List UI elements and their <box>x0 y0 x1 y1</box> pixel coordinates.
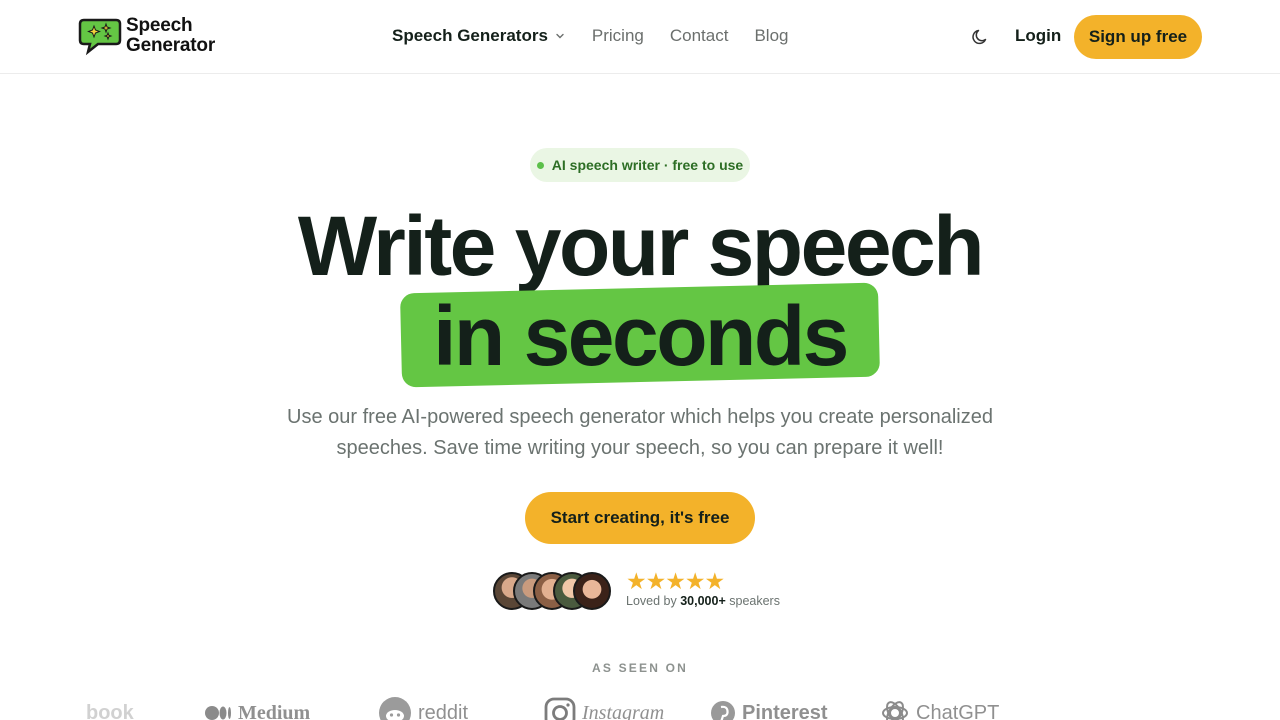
headline-line2: in seconds <box>433 289 849 383</box>
press-logos: book Medium reddit Instagram Pinterest C… <box>0 697 1280 720</box>
medium-logo-text: Medium <box>238 701 311 720</box>
nav-speech-generators[interactable]: Speech Generators <box>392 26 566 46</box>
hero-badge: AI speech writer · free to use <box>530 148 750 182</box>
loved-by-prefix: Loved by <box>626 594 677 608</box>
chatgpt-icon <box>882 701 908 720</box>
badge-dot <box>536 161 544 169</box>
pinterest-logo-text: Pinterest <box>742 701 828 720</box>
speech-bubble-logo-icon <box>78 16 122 56</box>
instagram-logo-text: Instagram <box>582 701 665 720</box>
logo-text: Speech Generator <box>126 16 215 56</box>
medium-logo: Medium <box>204 698 310 720</box>
facebook-logo: book <box>86 698 134 720</box>
nav-pricing[interactable]: Pricing <box>592 26 644 46</box>
start-creating-button[interactable]: Start creating, it's free <box>525 492 755 544</box>
chatgpt-logo: ChatGPT <box>880 698 999 720</box>
site-header: Speech Generator Speech Generators Prici… <box>0 0 1280 74</box>
facebook-logo-text: book <box>86 701 134 720</box>
hero-subtitle: Use our free AI-powered speech generator… <box>287 406 993 459</box>
instagram-icon <box>544 697 576 720</box>
main-nav: Speech Generators Pricing Contact Blog <box>392 26 815 46</box>
medium-icon <box>205 706 231 720</box>
reddit-logo: reddit <box>378 697 469 720</box>
logo-text-line2: Generator <box>126 35 216 56</box>
logo[interactable]: Speech Generator <box>78 16 215 56</box>
headline-line1: Write your speech <box>297 199 985 293</box>
nav-speech-generators-label: Speech Generators <box>392 26 548 45</box>
nav-contact[interactable]: Contact <box>670 26 729 46</box>
chevron-down-icon <box>556 33 564 39</box>
reddit-logo-text: reddit <box>418 701 469 720</box>
pinterest-logo: Pinterest <box>710 698 828 720</box>
pinterest-icon <box>711 701 735 720</box>
reddit-icon <box>379 697 411 720</box>
loved-by-text: Loved by 30,000+ speakers <box>626 594 780 608</box>
avatar <box>573 572 611 610</box>
loved-by-suffix: speakers <box>729 594 780 608</box>
theme-toggle-button[interactable] <box>970 26 992 48</box>
speaker-count: 30,000+ <box>680 594 726 608</box>
login-link[interactable]: Login <box>1015 26 1061 46</box>
badge-text: AI speech writer · free to use <box>551 157 744 173</box>
signup-button[interactable]: Sign up free <box>1074 15 1202 59</box>
logo-text-line1: Speech <box>126 15 193 36</box>
moon-icon <box>972 29 987 45</box>
star-rating-icon: ★★★★★ <box>626 568 725 594</box>
instagram-logo: Instagram <box>544 697 665 720</box>
nav-blog[interactable]: Blog <box>754 26 788 46</box>
user-avatars <box>493 572 613 610</box>
as-seen-on-heading: AS SEEN ON <box>591 661 688 675</box>
chatgpt-logo-text: ChatGPT <box>916 701 1000 720</box>
rating: ★★★★★ Loved by 30,000+ speakers <box>626 568 780 609</box>
